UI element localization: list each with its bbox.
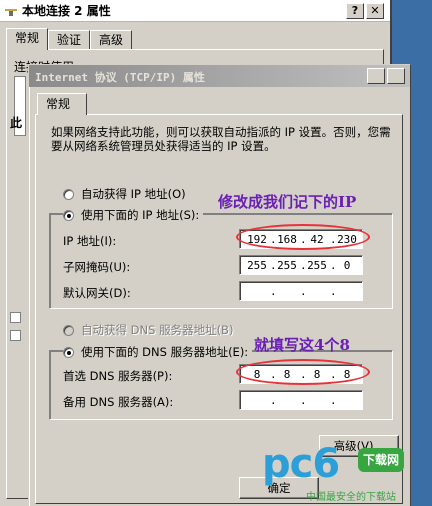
dns-auto-label: 自动获得 DNS 服务器地址(B) [81, 323, 234, 337]
dialog-title: Internet 协议 (TCP/IP) 属性 [35, 71, 205, 84]
ip-auto-radio[interactable] [63, 188, 74, 200]
dns-manual-label: 使用下面的 DNS 服务器地址(E): [81, 345, 249, 359]
back-checkbox-2[interactable] [10, 330, 21, 341]
subnet-octet-2: 255 [277, 258, 297, 272]
dns-auto-option[interactable]: 自动获得 DNS 服务器地址(B) [63, 322, 233, 338]
alternate-dns-label: 备用 DNS 服务器(A): [63, 395, 174, 409]
tab-general[interactable]: 常规 [6, 28, 49, 50]
ip-highlight-ellipse [236, 224, 370, 250]
subnet-octet-3: 255 [307, 258, 327, 272]
default-gateway-label: 默认网关(D): [63, 286, 131, 300]
ip-manual-label: 使用下面的 IP 地址(S): [81, 208, 200, 222]
ip-address-label: IP 地址(I): [63, 234, 117, 248]
dialog-titlebar: Internet 协议 (TCP/IP) 属性 ? ✕ [29, 65, 410, 87]
ip-description: 如果网络支持此功能，则可以获取自动指派的 IP 设置。否则，您需要从网络系统管理… [51, 125, 391, 153]
tab-authentication[interactable]: 验证 [48, 30, 91, 50]
subnet-mask-field[interactable]: 255. 255. 255. 0 [239, 255, 363, 275]
preferred-dns-label: 首选 DNS 服务器(P): [63, 369, 173, 383]
ip-manual-option[interactable]: 使用下面的 IP 地址(S): [63, 207, 204, 223]
alternate-dns-field[interactable]: . . . [239, 390, 363, 410]
dns-manual-option[interactable]: 使用下面的 DNS 服务器地址(E): [63, 344, 253, 360]
back-help-button[interactable]: ? [346, 3, 364, 19]
default-gateway-field[interactable]: . . . [239, 281, 363, 301]
dialog-help-button[interactable]: ? [367, 68, 385, 84]
subnet-mask-label: 子网掩码(U): [63, 260, 131, 274]
back-window-title: 本地连接 2 属性 [22, 4, 111, 18]
network-connection-icon [4, 5, 18, 17]
dns-auto-radio[interactable] [63, 324, 74, 336]
dns-annotation: 就填写这4个8 [254, 336, 350, 354]
pc6-badge: 下载网 [358, 448, 404, 472]
ip-auto-label: 自动获得 IP 地址(O) [81, 187, 186, 201]
ip-manual-radio[interactable] [63, 209, 74, 221]
tab-advanced[interactable]: 高级 [90, 30, 133, 50]
pc6-slogan: 中国最安全的下载站 [306, 492, 396, 503]
back-tabs: 常规 验证 高级 [6, 28, 133, 50]
back-checkbox-1[interactable] [10, 312, 21, 323]
dns-highlight-ellipse [236, 359, 370, 385]
tab-general-dialog[interactable]: 常规 [37, 93, 87, 115]
tcpip-properties-dialog: Internet 协议 (TCP/IP) 属性 ? ✕ 常规 如果网络支持此功能… [28, 64, 410, 506]
back-window-titlebar: 本地连接 2 属性 ? ✕ [0, 0, 390, 22]
back-close-button[interactable]: ✕ [366, 3, 384, 19]
subnet-octet-4: 0 [343, 258, 351, 272]
pc6-brand-text: pc6 [262, 441, 340, 487]
back-partial-label: 此 [10, 116, 23, 130]
dialog-close-button[interactable]: ✕ [387, 68, 405, 84]
pc6-watermark-logo: pc6 下载网 中国最安全的下载站 [262, 441, 404, 503]
dns-manual-radio[interactable] [63, 346, 74, 358]
ip-annotation: 修改成我们记下的IP [218, 193, 357, 211]
ip-auto-option[interactable]: 自动获得 IP 地址(O) [63, 186, 186, 202]
subnet-octet-1: 255 [247, 258, 267, 272]
